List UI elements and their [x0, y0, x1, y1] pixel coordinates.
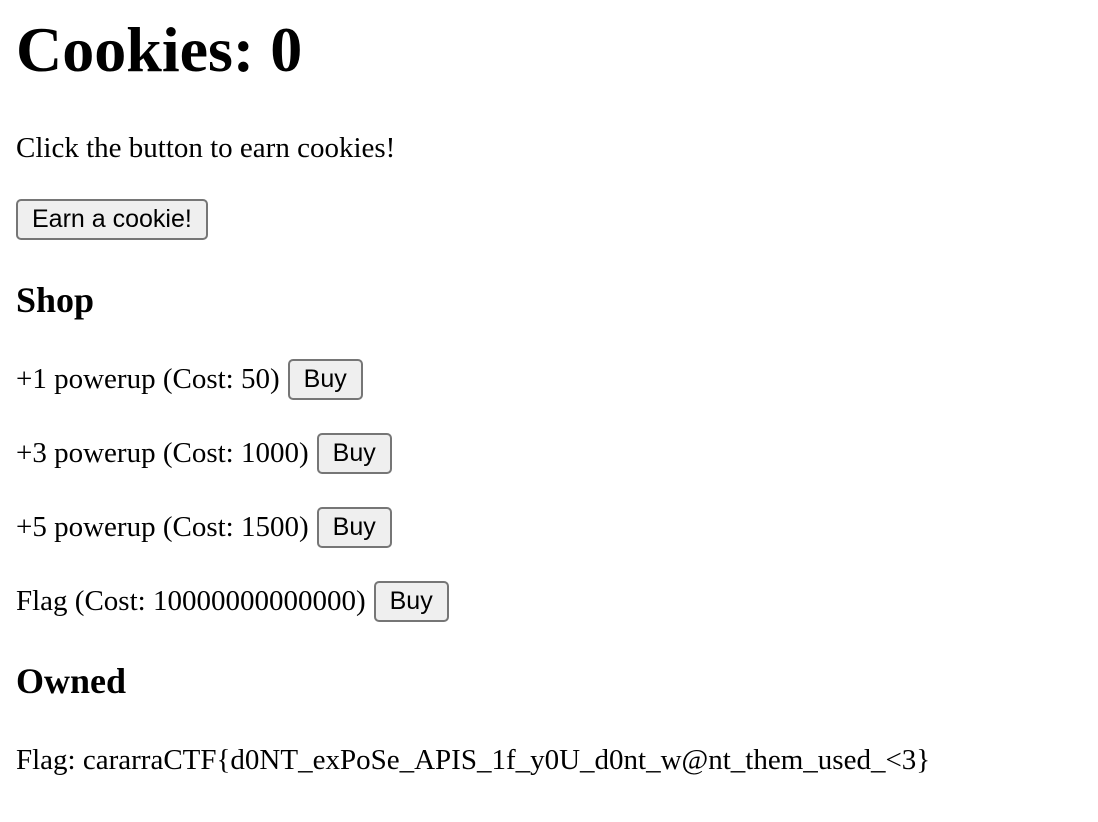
- buy-plus3-powerup-button[interactable]: Buy: [316, 432, 392, 474]
- shop-item-label: Flag (Cost: 10000000000000): [16, 585, 366, 617]
- intro-text: Click the button to earn cookies!: [16, 132, 396, 164]
- buy-flag-button[interactable]: Buy: [373, 580, 449, 622]
- buy-plus1-powerup-button[interactable]: Buy: [287, 358, 363, 400]
- shop-item-label: +1 powerup (Cost: 50): [16, 363, 280, 395]
- shop-item-plus5-powerup: +5 powerup (Cost: 1500) Buy: [16, 506, 392, 548]
- buy-plus5-powerup-button[interactable]: Buy: [316, 506, 392, 548]
- shop-item-flag: Flag (Cost: 10000000000000) Buy: [16, 580, 449, 622]
- shop-heading: Shop: [16, 280, 95, 320]
- shop-item-label: +3 powerup (Cost: 1000): [16, 437, 309, 469]
- shop-item-plus3-powerup: +3 powerup (Cost: 1000) Buy: [16, 432, 392, 474]
- earn-cookie-button[interactable]: Earn a cookie!: [16, 199, 208, 240]
- cookie-count-heading: Cookies: 0: [16, 14, 303, 85]
- shop-item-label: +5 powerup (Cost: 1500): [16, 511, 309, 543]
- owned-heading: Owned: [16, 661, 127, 701]
- shop-item-plus1-powerup: +1 powerup (Cost: 50) Buy: [16, 358, 363, 400]
- owned-flag-text: Flag: cararraCTF{d0NT_exPoSe_APIS_1f_y0U…: [16, 744, 931, 776]
